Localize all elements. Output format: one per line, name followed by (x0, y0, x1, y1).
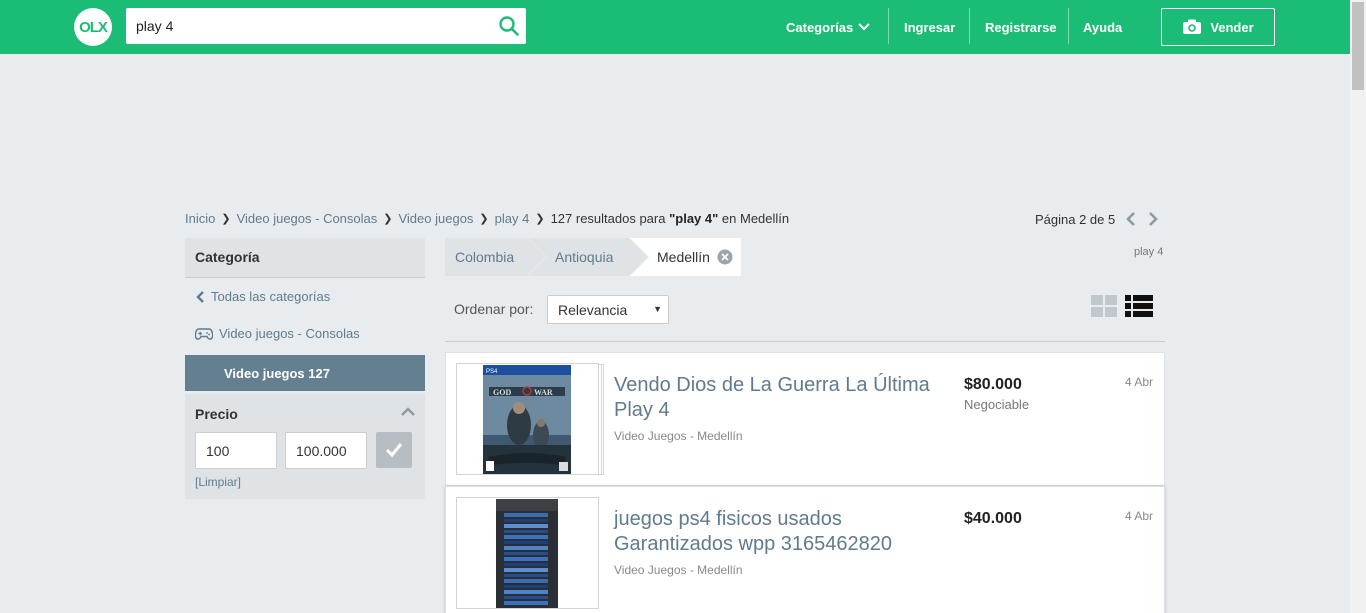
chevron-right-icon: ❯ (221, 213, 231, 225)
parent-category-label: Video juegos - Consolas (219, 326, 360, 341)
results-query: "play 4" (669, 211, 719, 226)
parent-category-link[interactable]: Video juegos - Consolas (185, 315, 425, 352)
all-categories-label: Todas las categorías (211, 289, 331, 304)
location-arrow (629, 238, 648, 276)
chevron-left-icon (196, 290, 204, 303)
category-heading: Categoría (185, 238, 425, 278)
all-categories-link[interactable]: Todas las categorías (185, 278, 425, 315)
location-colombia-label: Colombia (455, 249, 515, 265)
breadcrumb-item-consolas[interactable]: Video juegos - Consolas (237, 211, 378, 226)
location-breadcrumb: Colombia Antioquia Medellín (445, 238, 741, 276)
nav-ayuda[interactable]: Ayuda (1083, 0, 1122, 54)
listing-category-location: Video Juegos - Medellín (614, 429, 743, 443)
search-bar (126, 8, 526, 44)
chevron-right-icon: ❯ (479, 213, 489, 225)
results-suffix: en Medellín (721, 211, 790, 226)
pagination: Página 2 de 5 (1035, 211, 1159, 227)
god-of-war-cover-image: PS4 GOD WAR (483, 365, 571, 474)
price-clear-link[interactable]: [Limpiar] (195, 475, 241, 489)
price-filter: Precio [Limpiar] (185, 394, 425, 499)
grid-view-icon[interactable] (1091, 295, 1117, 317)
chevron-up-icon[interactable] (401, 407, 415, 417)
logo-text: OLX (79, 18, 108, 36)
category-list: Todas las categorías Video juegos - Cons… (185, 278, 425, 352)
thumb-frame (456, 497, 599, 609)
svg-text:GOD: GOD (493, 388, 511, 397)
page-scrollbar[interactable] (1350, 0, 1366, 613)
pagination-label: Página 2 de 5 (1035, 211, 1116, 227)
breadcrumb-item-video-juegos[interactable]: Video juegos (398, 211, 473, 226)
chevron-down-icon (858, 23, 870, 31)
results-count: 127 resultados para "play 4" en Medellín (551, 211, 790, 226)
price-title: Precio (195, 406, 238, 422)
price-apply-button[interactable] (376, 432, 412, 468)
svg-text:PS4: PS4 (486, 369, 498, 375)
nav-categorias-label: Categorías (786, 19, 854, 35)
divider (445, 341, 1165, 342)
listing-price: $80.000 (964, 376, 1022, 393)
listing-price: $40.000 (964, 510, 1022, 527)
next-page-icon[interactable] (1147, 211, 1159, 227)
gamepad-icon (195, 327, 213, 340)
sort-selected-value: Relevancia (558, 302, 628, 318)
vender-label: Vender (1210, 19, 1254, 35)
chevron-right-icon: ❯ (383, 213, 393, 225)
listing-thumbnail[interactable]: PS4 GOD WAR (456, 363, 604, 476)
listing-date: 4 Abr (1124, 375, 1153, 389)
location-arrow (527, 238, 546, 276)
nav-categorias[interactable]: Categorías (786, 0, 870, 54)
results-prefix: 127 resultados para (550, 211, 666, 226)
nav-divider (969, 8, 970, 44)
sort-label: Ordenar por: (454, 301, 534, 317)
camera-icon (1183, 19, 1202, 34)
location-colombia[interactable]: Colombia (445, 238, 547, 276)
listing-title[interactable]: juegos ps4 fisicos usados Garantizados w… (614, 507, 959, 557)
svg-text:WAR: WAR (534, 388, 553, 397)
listing-title[interactable]: Vendo Dios de La Guerra La Última Play 4 (614, 373, 959, 423)
listing-category-location: Video Juegos - Medellín (614, 563, 743, 577)
sort-select[interactable]: Relevancia ▼ (547, 295, 669, 324)
listing-item[interactable]: juegos ps4 fisicos usados Garantizados w… (445, 486, 1165, 613)
vender-button[interactable]: Vender (1161, 8, 1275, 46)
nav-ingresar-label: Ingresar (904, 19, 956, 35)
search-input[interactable] (126, 8, 486, 44)
active-category[interactable]: Video juegos 127 (185, 355, 425, 391)
nav-divider (888, 8, 889, 44)
price-max-input[interactable] (285, 432, 367, 469)
scrollbar-thumb[interactable] (1352, 2, 1364, 90)
location-medellin-label: Medellín (657, 249, 710, 265)
search-icon[interactable] (498, 15, 520, 37)
olx-logo[interactable]: OLX (74, 8, 112, 46)
close-icon[interactable] (717, 249, 733, 265)
nav-registrarse-label: Registrarse (985, 19, 1057, 35)
price-min-input[interactable] (195, 432, 277, 469)
list-view-icon[interactable] (1125, 295, 1153, 317)
top-header: OLX Categorías Ingresar Registrarse Ayud… (0, 0, 1350, 54)
breadcrumb-item-inicio[interactable]: Inicio (185, 211, 215, 226)
filters-sidebar: Categoría Todas las categorías Video jue… (185, 238, 425, 499)
active-category-label: Video juegos 127 (224, 365, 330, 381)
nav-registrarse[interactable]: Registrarse (985, 0, 1057, 54)
dropdown-caret-icon: ▼ (653, 304, 662, 314)
breadcrumb-item-play4[interactable]: play 4 (495, 211, 530, 226)
listing-item[interactable]: PS4 GOD WAR Vendo Dios de La Guerra La Ú… (445, 352, 1165, 486)
nav-ayuda-label: Ayuda (1083, 19, 1123, 35)
prev-page-icon[interactable] (1125, 211, 1137, 227)
breadcrumb: Inicio ❯ Video juegos - Consolas ❯ Video… (185, 211, 789, 226)
checkmark-icon (385, 443, 403, 458)
nav-divider (1068, 8, 1069, 44)
search-tag: play 4 (1134, 246, 1164, 258)
listing-date: 4 Abr (1124, 509, 1153, 523)
listing-negotiable: Negociable (964, 397, 1030, 412)
location-antioquia-label: Antioquia (555, 249, 614, 265)
thumb-frame: PS4 GOD WAR (456, 363, 599, 475)
ps4-games-stack-image (496, 499, 558, 608)
chevron-right-icon: ❯ (535, 213, 545, 225)
listing-thumbnail[interactable] (456, 497, 604, 610)
nav-ingresar[interactable]: Ingresar (904, 0, 955, 54)
